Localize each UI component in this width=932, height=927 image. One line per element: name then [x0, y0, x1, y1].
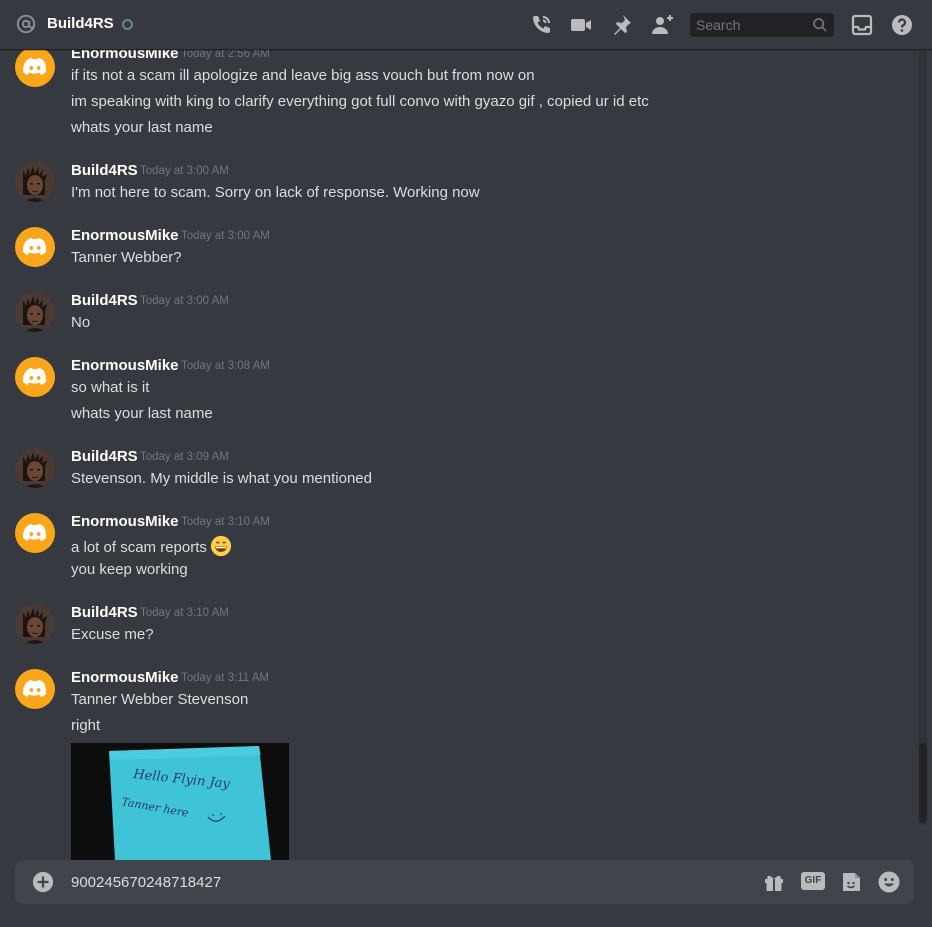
status-indicator [122, 19, 133, 30]
message-timestamp: Today at 3:10 AM [140, 607, 229, 619]
message-text: right [71, 717, 101, 734]
message-author[interactable]: Build4RS [71, 162, 138, 179]
phone-call-icon[interactable] [529, 13, 553, 37]
avatar[interactable] [15, 227, 55, 267]
message-timestamp: Today at 3:00 AM [181, 230, 270, 242]
scrollbar-thumb[interactable] [919, 743, 927, 823]
avatar[interactable] [15, 292, 55, 332]
message-timestamp: Today at 3:00 AM [140, 165, 229, 177]
message-text: Tanner Webber? [71, 249, 182, 266]
avatar[interactable] [15, 357, 55, 397]
avatar[interactable] [15, 604, 55, 644]
message-author[interactable]: EnormousMike [71, 50, 179, 62]
message-text: Excuse me? [71, 626, 154, 643]
add-friend-icon[interactable] [650, 13, 674, 37]
grinning-face-emoji[interactable] [210, 535, 232, 557]
message-author[interactable]: Build4RS [71, 448, 138, 465]
search-box[interactable] [690, 13, 834, 37]
add-attachment-icon[interactable] [32, 871, 54, 893]
message-timestamp: Today at 3:11 AM [181, 672, 270, 684]
message-line-with-emoji: a lot of scam reports [71, 535, 232, 557]
message-author[interactable]: Build4RS [71, 604, 138, 621]
message-composer[interactable]: GIF [15, 860, 914, 904]
message-list[interactable]: EnormousMike Today at 2:56 AM if its not… [0, 50, 916, 860]
message-text: you keep working [71, 561, 188, 578]
message-text: im speaking with king to clarify everyth… [71, 93, 649, 110]
message-text: a lot of scam reports [71, 539, 207, 556]
message-timestamp: Today at 3:10 AM [181, 516, 270, 528]
message-text: No [71, 314, 91, 331]
at-sign-icon [15, 13, 37, 35]
avatar[interactable] [15, 162, 55, 202]
message-input[interactable] [71, 870, 671, 894]
message-timestamp: Today at 3:08 AM [181, 360, 270, 372]
search-input[interactable] [696, 13, 806, 37]
message-text: I'm not here to scam. Sorry on lack of r… [71, 184, 480, 201]
help-icon[interactable] [890, 13, 914, 37]
avatar[interactable] [15, 669, 55, 709]
message-author[interactable]: EnormousMike [71, 513, 179, 530]
image-attachment[interactable]: Hello Flyin Jay Tanner here [71, 743, 289, 860]
pin-icon[interactable] [609, 13, 633, 37]
message-author[interactable]: Build4RS [71, 292, 138, 309]
message-author[interactable]: EnormousMike [71, 227, 179, 244]
avatar[interactable] [15, 50, 55, 87]
message-text: Tanner Webber Stevenson [71, 691, 249, 708]
emoji-icon[interactable] [877, 870, 901, 894]
message-scrollbar[interactable] [916, 50, 930, 860]
inbox-icon[interactable] [850, 13, 874, 37]
gif-icon[interactable]: GIF [801, 872, 825, 890]
sticker-icon[interactable] [839, 870, 863, 894]
message-timestamp: Today at 3:00 AM [140, 295, 229, 307]
scrollbar-track[interactable] [919, 50, 927, 825]
video-call-icon[interactable] [569, 13, 593, 37]
avatar[interactable] [15, 448, 55, 488]
search-icon [812, 17, 828, 33]
message-text: if its not a scam ill apologize and leav… [71, 67, 535, 84]
message-timestamp: Today at 3:09 AM [140, 451, 229, 463]
channel-title: Build4RS [47, 15, 114, 32]
message-text: whats your last name [71, 119, 213, 136]
message-text: so what is it [71, 379, 150, 396]
avatar[interactable] [15, 513, 55, 553]
message-author[interactable]: EnormousMike [71, 669, 179, 686]
message-text: whats your last name [71, 405, 213, 422]
message-text: Stevenson. My middle is what you mention… [71, 470, 372, 487]
channel-header: Build4RS [0, 0, 932, 50]
message-author[interactable]: EnormousMike [71, 357, 179, 374]
gift-icon[interactable] [762, 870, 786, 894]
message-timestamp: Today at 2:56 AM [181, 50, 270, 60]
